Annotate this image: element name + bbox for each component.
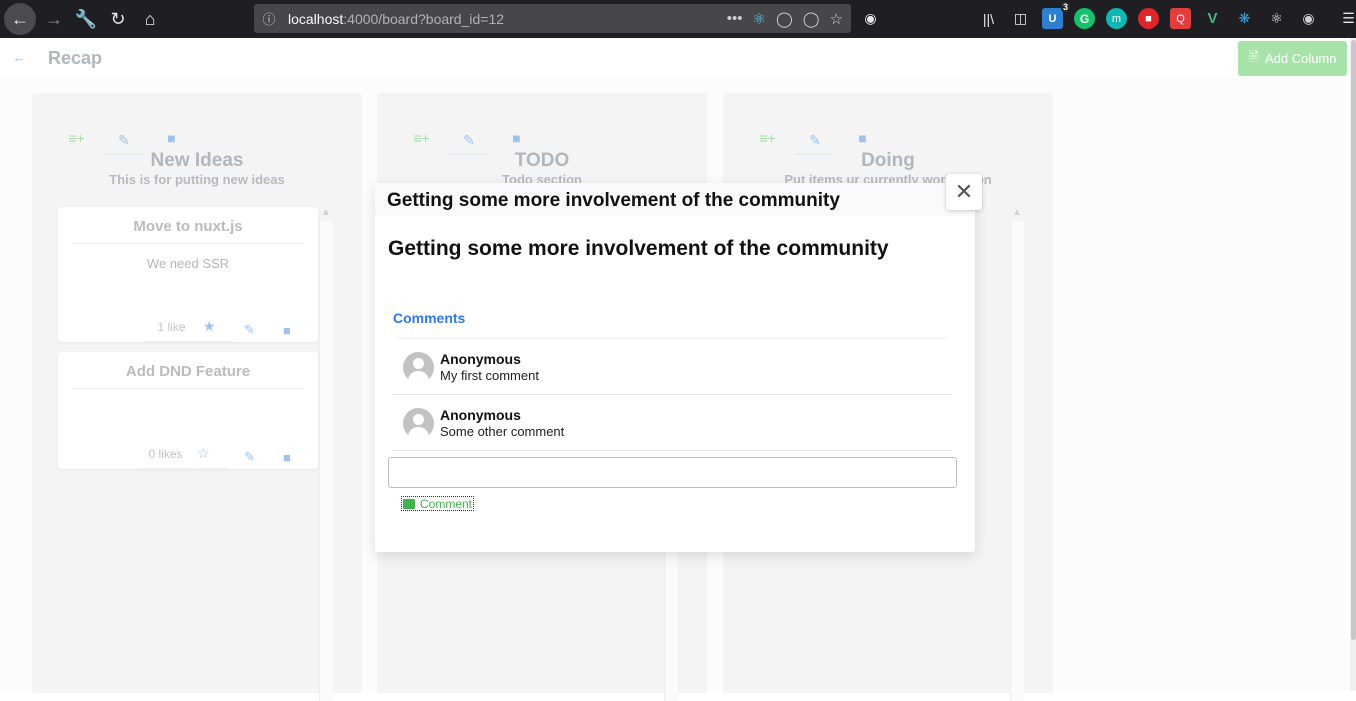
scroll-up-icon[interactable]: ▲ [1010,207,1024,218]
back-arrow-icon[interactable]: ← [4,3,36,35]
add-card-icon[interactable]: ≡+ [67,129,86,147]
library-icon[interactable]: ||\ [978,8,999,29]
avatar-icon [403,408,434,439]
page-scrollbar-thumb[interactable] [1351,40,1356,640]
react-icon[interactable]: ⚛ [1266,8,1287,29]
comment-input[interactable] [388,457,957,488]
card-likes: 1 like ★ [144,318,234,342]
modal-header-title: Getting some more involvement of the com… [375,183,975,216]
delete-column-icon[interactable]: ■ [507,129,526,147]
add-card-icon[interactable]: ≡+ [758,129,777,147]
delete-column-icon[interactable]: ■ [853,129,872,147]
pocket-icon[interactable]: ◯ [803,10,820,28]
card-detail-modal: Getting some more involvement of the com… [375,174,982,552]
column-title: Doing [861,150,915,171]
wrench-icon[interactable]: 🔧 [70,3,102,35]
url-bar[interactable]: ⓘ localhost:4000/board?board_id=12 ••• ⚛… [254,4,851,33]
comment-author: Anonymous [440,351,521,367]
info-icon[interactable]: ⓘ [254,9,284,28]
browser-toolbar: ← → 🔧 ↻ ⌂ ⓘ localhost:4000/board?board_i… [0,0,1356,38]
page-title: Recap [48,48,103,68]
back-icon[interactable]: ← [12,49,26,65]
menu-icon[interactable]: ☰ [1338,8,1356,29]
bookmark-star-icon[interactable]: ☆ [830,10,843,28]
reload-icon[interactable]: ↻ [102,3,134,35]
modal-title: Getting some more involvement of the com… [388,237,889,260]
card-title: Move to nuxt.js [72,207,304,244]
column-scrollbar[interactable]: ▲ [319,207,333,701]
delete-card-icon[interactable]: ■ [283,450,291,465]
lightbulb-icon[interactable]: ◯ [776,10,793,28]
extension-badge-icon[interactable]: U3 [1042,2,1070,29]
extension-star-icon[interactable]: ❋ [1234,8,1255,29]
file-add-icon: 🗎 [1248,48,1259,64]
grammarly-icon[interactable]: G [1074,8,1095,29]
comment-text: Some other comment [440,424,565,439]
card-body: We need SSR [146,256,230,271]
column-title: New Ideas [150,150,244,171]
column-scrollbar[interactable]: ▲ [1010,207,1024,701]
comments-divider [397,333,947,337]
react-devtools-icon[interactable]: ⚛ [753,10,766,28]
extension-red-icon[interactable]: ■ [1138,8,1159,29]
comment-icon [403,498,415,509]
extension-m-icon[interactable]: m [1106,8,1127,29]
column-title: TODO [514,150,570,171]
comment-item: Anonymous Some other comment [392,395,952,451]
edit-card-icon[interactable]: ✎ [244,322,255,338]
vue-devtools-icon[interactable]: V [1202,8,1223,29]
comment-text: My first comment [440,368,539,383]
card[interactable]: Move to nuxt.js We need SSR 1 like ★ ✎ ■ [58,207,318,342]
card-likes: 0 likes ☆ [138,445,228,469]
star-outline-icon[interactable]: ☆ [197,445,210,461]
comment-button[interactable]: Comment [401,496,475,511]
url-text[interactable]: localhost:4000/board?board_id=12 [284,11,727,27]
avatar-icon [403,352,434,383]
comment-item: Anonymous My first comment [392,339,952,395]
sidebar-icon[interactable]: ◫ [1010,8,1031,29]
add-column-button[interactable]: 🗎 Add Column [1238,41,1347,76]
app-header: ← Recap 🗎 Add Column [0,38,1350,78]
comment-author: Anonymous [440,407,521,423]
card[interactable]: Add DND Feature 0 likes ☆ ✎ ■ [58,352,318,469]
column-description: This is for putting new ideas [109,172,285,187]
close-icon[interactable]: ✕ [946,174,982,210]
card-body [58,389,318,439]
tracking-protection-icon[interactable]: ◉ [860,8,881,29]
delete-column-icon[interactable]: ■ [162,129,181,147]
scroll-up-icon[interactable]: ▲ [319,207,333,218]
edit-card-icon[interactable]: ✎ [244,449,255,465]
star-filled-icon[interactable]: ★ [203,318,216,334]
more-icon[interactable]: ••• [727,10,743,27]
home-icon[interactable]: ⌂ [134,3,166,35]
extension-circle-icon[interactable]: ◉ [1298,8,1319,29]
comments-label: Comments [393,310,466,326]
column-new-ideas: ≡+ ✎ ■ New Ideas This is for putting new… [32,93,362,701]
forward-arrow-icon[interactable]: → [38,3,70,35]
add-card-icon[interactable]: ≡+ [412,129,431,147]
extension-search-icon[interactable]: Q [1170,8,1191,29]
delete-card-icon[interactable]: ■ [283,323,291,338]
card-title: Add DND Feature [72,352,304,389]
